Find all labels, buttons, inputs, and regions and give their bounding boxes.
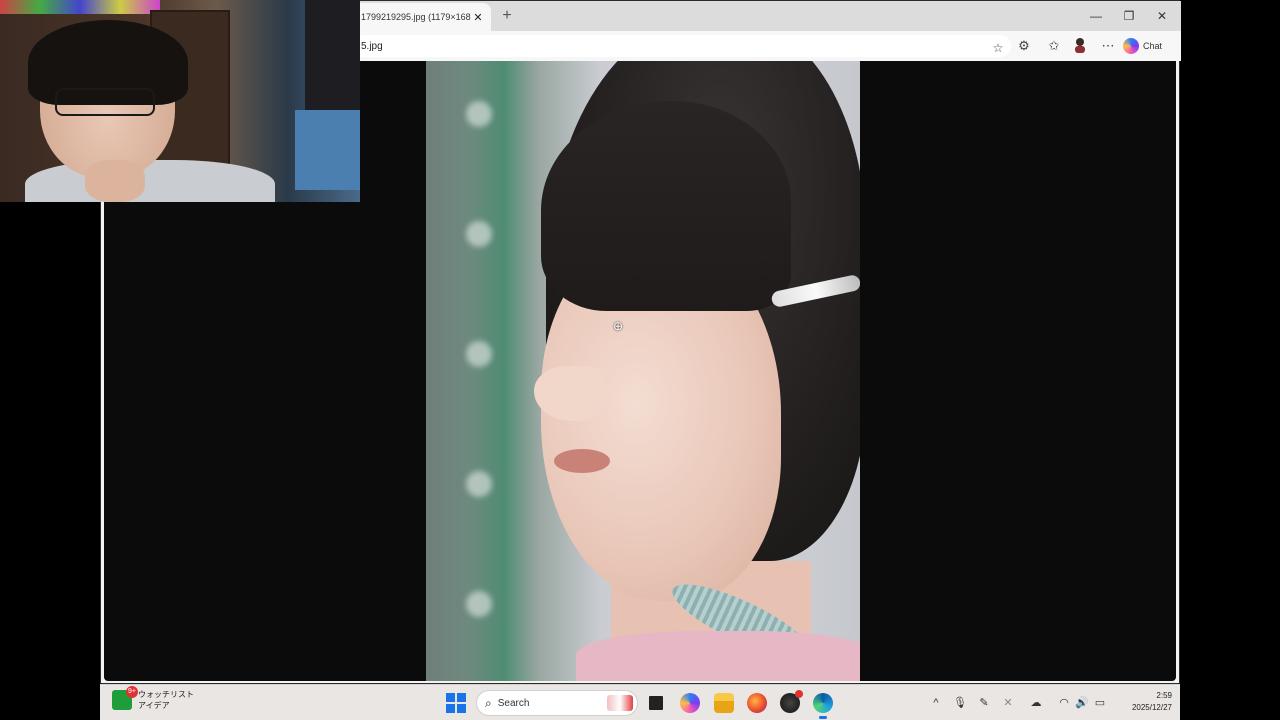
address-bar[interactable]: 5.jpg	[351, 35, 1011, 57]
webcam-overlay	[0, 0, 360, 202]
restore-button[interactable]: ❐	[1114, 5, 1144, 27]
bokeh-light	[466, 341, 492, 367]
tab-title: 1799219295.jpg (1179×168	[361, 12, 471, 22]
edge-icon[interactable]	[813, 693, 833, 719]
file-explorer-icon[interactable]	[714, 693, 734, 713]
tab-image[interactable]: 1799219295.jpg (1179×168 ✕	[351, 3, 491, 31]
firefox-icon[interactable]	[747, 693, 767, 713]
windows-logo-icon	[446, 693, 455, 702]
bokeh-light	[466, 221, 492, 247]
taskbar: 9+ ウォッチリスト アイデア ⌕ Search ^ 🎙 ✎ ✕ ☁ ◠ 🔊 ▭…	[100, 684, 1180, 720]
shelf-items	[0, 0, 160, 14]
copilot-taskbar-icon[interactable]	[680, 693, 700, 713]
lips-shape	[554, 449, 610, 473]
desktop: 1799219295.jpg (1179×168 ✕ + — ❐ ✕ 5.jpg…	[0, 0, 1280, 720]
widget-badge: 9+	[126, 686, 138, 698]
tab-close-icon[interactable]: ✕	[471, 11, 485, 24]
bokeh-light	[466, 471, 492, 497]
person-shirt	[25, 160, 275, 202]
address-url: 5.jpg	[361, 40, 383, 52]
person-glasses	[55, 88, 155, 116]
search-label: Search	[497, 697, 530, 709]
widget-title: ウォッチリスト	[138, 690, 194, 699]
clock-time: 2:59	[1156, 691, 1172, 700]
search-highlight-icon	[607, 695, 633, 711]
wifi-icon[interactable]: ◠	[1056, 695, 1072, 711]
collar-shape	[576, 631, 860, 681]
new-tab-button[interactable]: +	[497, 6, 517, 26]
favorites-icon[interactable]: ✩	[1045, 37, 1063, 55]
microphone-icon[interactable]: 🎙	[952, 695, 968, 711]
taskbar-search[interactable]: ⌕ Search	[476, 690, 638, 716]
search-icon: ⌕	[485, 695, 492, 710]
hanging-jacket	[305, 0, 360, 110]
notification-dot	[795, 690, 803, 698]
onedrive-icon[interactable]: ☁	[1028, 695, 1044, 711]
battery-icon[interactable]: ▭	[1092, 695, 1108, 711]
more-menu-icon[interactable]: ⋯	[1099, 37, 1117, 55]
close-window-button[interactable]: ✕	[1147, 5, 1177, 27]
pen-icon[interactable]: ✎	[976, 695, 992, 711]
zoom-cursor-icon: ⊕	[613, 319, 624, 333]
stocks-icon: 9+	[112, 686, 138, 710]
bokeh-light	[466, 101, 492, 127]
bangs-shape	[541, 101, 791, 311]
widget-subtitle: アイデア	[138, 701, 170, 710]
profile-avatar[interactable]	[1071, 37, 1089, 55]
task-view-icon[interactable]	[646, 693, 666, 713]
viewed-image[interactable]: ⊕	[426, 61, 860, 681]
bokeh-light	[466, 591, 492, 617]
volume-icon[interactable]: 🔊	[1074, 695, 1090, 711]
hanging-towel	[295, 110, 360, 190]
favorite-star-icon[interactable]: ☆	[989, 39, 1007, 57]
chat-label: Chat	[1143, 41, 1163, 51]
active-indicator	[819, 716, 827, 719]
copilot-chat-button[interactable]: Chat	[1123, 36, 1162, 56]
show-hidden-icons-icon[interactable]: ^	[928, 695, 944, 711]
start-button[interactable]	[446, 693, 466, 713]
app-icon-with-notification[interactable]	[780, 690, 803, 713]
copilot-icon	[1123, 38, 1139, 54]
system-clock[interactable]: 2:59 2025/12/27	[1116, 690, 1172, 714]
person-hand	[85, 160, 145, 202]
minimize-button[interactable]: —	[1081, 5, 1111, 27]
extensions-icon[interactable]: ⚙	[1015, 37, 1033, 55]
watchlist-widget[interactable]: 9+ ウォッチリスト アイデア	[112, 686, 194, 711]
close-x-icon[interactable]: ✕	[1000, 695, 1016, 711]
clock-date: 2025/12/27	[1131, 703, 1172, 712]
